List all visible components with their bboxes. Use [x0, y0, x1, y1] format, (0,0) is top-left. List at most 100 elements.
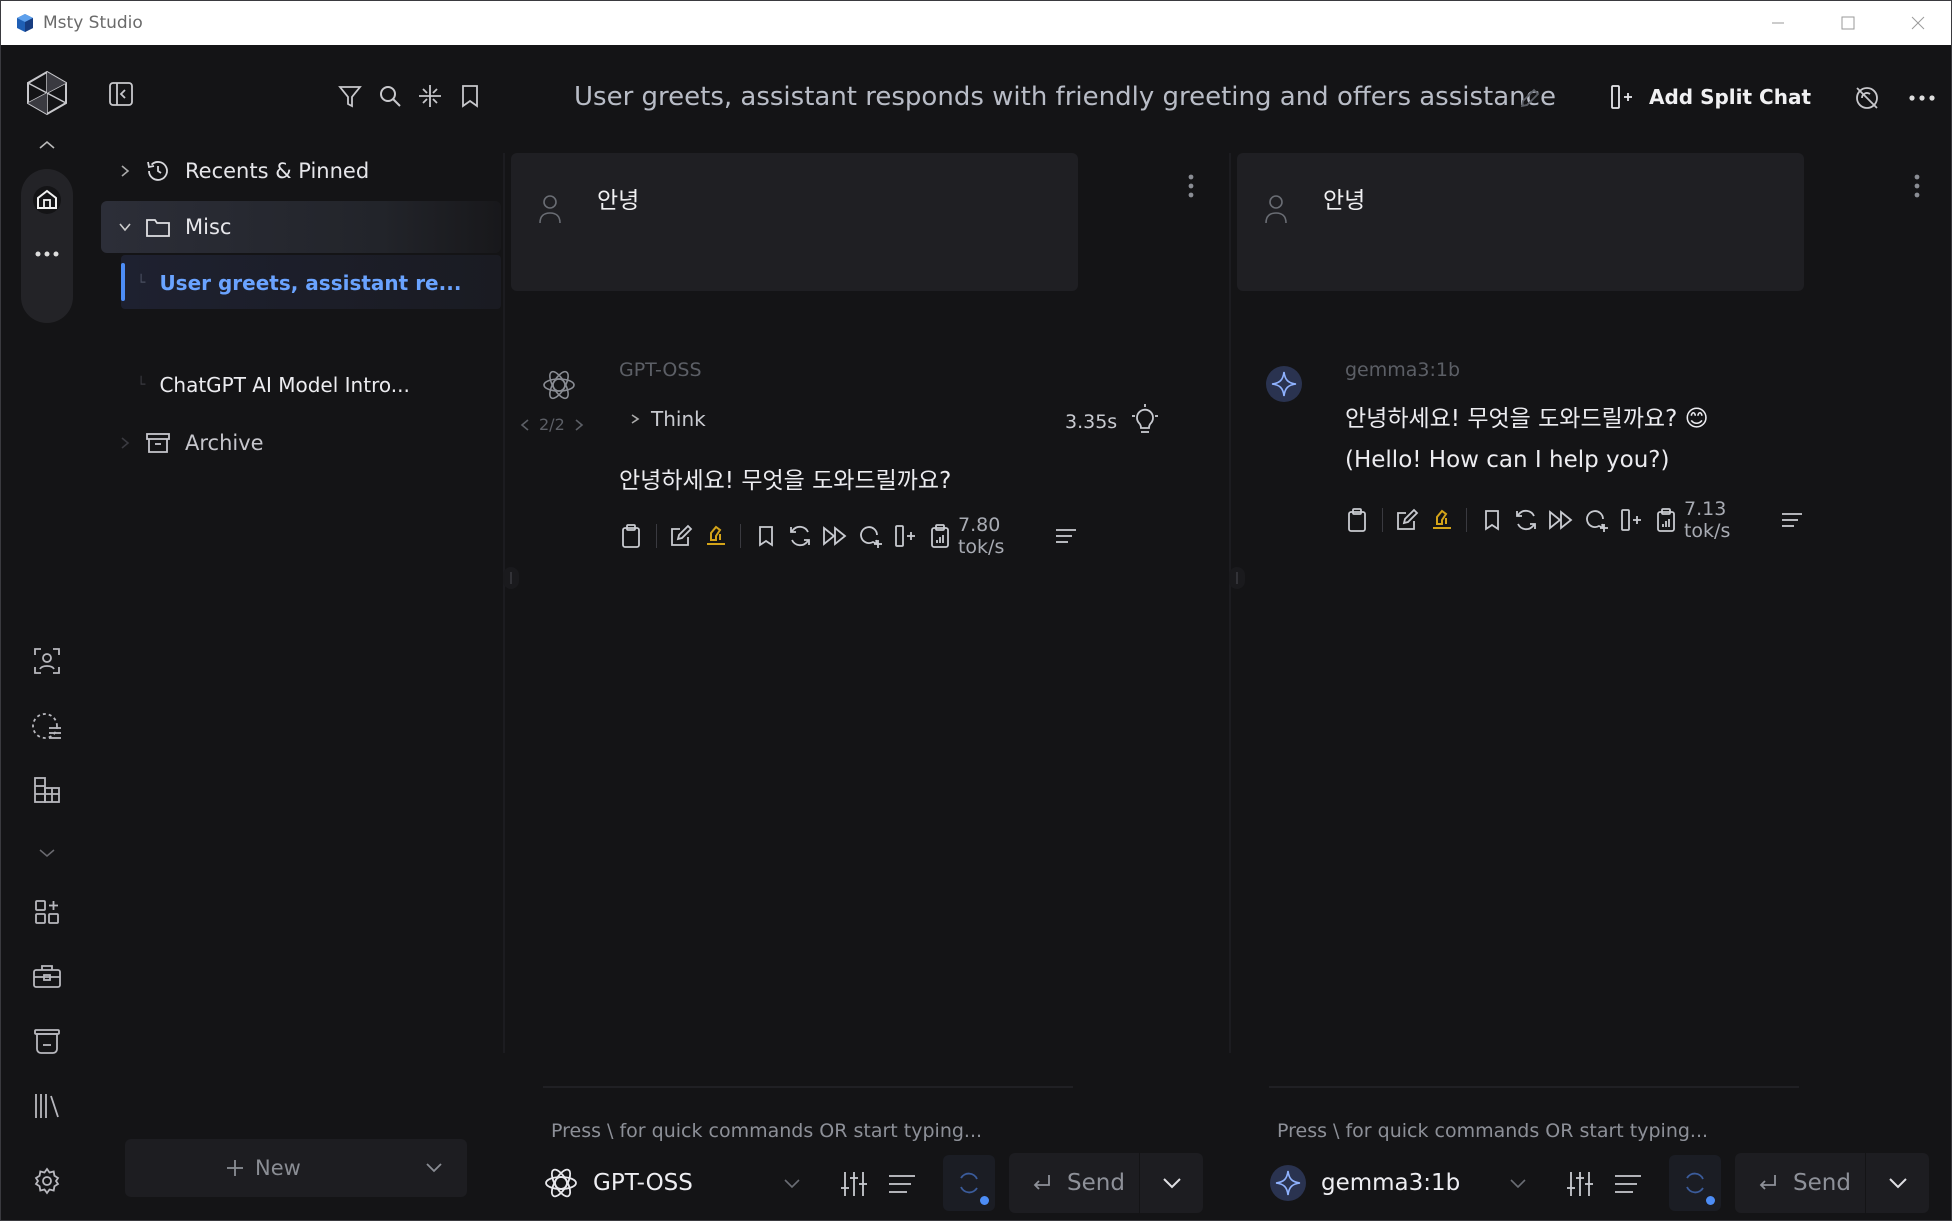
conversation-item-2[interactable]: └ ChatGPT AI Model Intro...: [137, 363, 410, 407]
more-horizontal-icon: [1909, 95, 1935, 101]
conversation-title[interactable]: User greets, assistant responds with fri…: [574, 82, 1556, 112]
sidebar-toggle-button[interactable]: [104, 77, 138, 111]
chevron-down-icon[interactable]: [26, 841, 68, 865]
think-toggle[interactable]: Think: [629, 407, 706, 431]
panel-collapse-handle[interactable]: [1227, 563, 1247, 593]
folder-misc[interactable]: Misc: [117, 205, 231, 249]
sync-icon: [1686, 1172, 1704, 1194]
archive-row[interactable]: Archive: [117, 421, 264, 465]
edit-button[interactable]: [667, 520, 696, 552]
send-label: Send: [1067, 1170, 1125, 1196]
model-selector[interactable]: GPT-OSS: [543, 1153, 693, 1213]
data-table-icon[interactable]: [26, 769, 68, 811]
folder-misc-label: Misc: [185, 215, 232, 239]
edit-title-button[interactable]: [1515, 83, 1545, 113]
regenerate-button[interactable]: [1512, 504, 1541, 536]
conversation-item-1[interactable]: └ User greets, assistant re...: [137, 261, 461, 305]
assistant-response-line-1: 안녕하세요! 무엇을 도와드릴까요? 😊: [1345, 406, 1709, 432]
filter-button[interactable]: [333, 79, 367, 113]
panel-collapse-handle[interactable]: [501, 563, 521, 593]
send-options-button[interactable]: [1865, 1153, 1929, 1213]
maximize-button[interactable]: [1813, 1, 1883, 45]
library-books-icon[interactable]: [26, 1085, 68, 1127]
system-prompt-icon[interactable]: [887, 1172, 917, 1196]
send-button[interactable]: Send: [1735, 1153, 1929, 1213]
maximize-icon: [1841, 16, 1855, 30]
highlight-icon: [1432, 509, 1451, 529]
bookmark-button[interactable]: [751, 520, 780, 552]
dots-vertical-icon[interactable]: [1913, 173, 1921, 201]
close-button[interactable]: [1883, 1, 1951, 45]
gemma-model-icon: [1266, 366, 1302, 402]
bookmark-button[interactable]: [1477, 504, 1506, 536]
send-button[interactable]: Send: [1009, 1153, 1203, 1213]
think-label: Think: [651, 407, 706, 431]
sparkle-button[interactable]: [413, 79, 447, 113]
split-response-button[interactable]: [1616, 504, 1645, 536]
auto-sync-button[interactable]: [1669, 1155, 1721, 1211]
tree-branch-icon: └: [137, 377, 146, 393]
edit-button[interactable]: [1393, 504, 1422, 536]
add-split-chat-button[interactable]: Add Split Chat: [1609, 77, 1811, 117]
auto-sync-button[interactable]: [943, 1155, 995, 1211]
copy-button[interactable]: [1343, 504, 1372, 536]
model-selector[interactable]: gemma3:1b: [1269, 1153, 1460, 1213]
panel-divider: [1229, 153, 1231, 1053]
details-button[interactable]: [1051, 520, 1080, 552]
msty-logo[interactable]: [21, 67, 73, 119]
refresh-icon: [790, 525, 811, 547]
sparkle-icon: [419, 85, 441, 107]
details-button[interactable]: [1777, 504, 1806, 536]
more-dots-icon[interactable]: [26, 233, 68, 275]
recents-pinned-row[interactable]: Recents & Pinned: [117, 151, 369, 191]
more-options-button[interactable]: [1905, 81, 1939, 115]
chevron-right-icon[interactable]: [573, 417, 585, 433]
prompt-library-icon[interactable]: [26, 1020, 68, 1062]
toolbox-icon[interactable]: [26, 955, 68, 997]
sync-off-button[interactable]: [1850, 81, 1884, 115]
new-branch-button[interactable]: [1582, 504, 1611, 536]
send-options-button[interactable]: [1139, 1153, 1203, 1213]
copy-button[interactable]: [617, 520, 646, 552]
model-params-icon[interactable]: [839, 1169, 869, 1199]
app-window: Msty Studio Recents & Pinned Misc └ User…: [0, 0, 1952, 1221]
enter-icon: [1759, 1175, 1776, 1190]
openai-model-icon: [543, 370, 575, 400]
highlight-button[interactable]: [1428, 504, 1457, 536]
action-separator: [1466, 508, 1468, 532]
response-navigator[interactable]: 2/2: [519, 415, 585, 434]
stats-button[interactable]: [925, 520, 954, 552]
folder-icon: [146, 219, 170, 237]
chevron-left-icon[interactable]: [519, 417, 531, 433]
new-conversation-button[interactable]: New: [125, 1139, 467, 1197]
settings-gear-icon[interactable]: [26, 1160, 68, 1202]
regenerate-button[interactable]: [786, 520, 815, 552]
stats-button[interactable]: [1651, 504, 1680, 536]
chevron-down-icon[interactable]: [1509, 1177, 1527, 1191]
highlight-button[interactable]: [702, 520, 731, 552]
message-input-placeholder[interactable]: Press \ for quick commands OR start typi…: [551, 1120, 982, 1142]
continue-button[interactable]: [1547, 504, 1576, 536]
minimize-button[interactable]: [1743, 1, 1813, 45]
continue-button[interactable]: [821, 520, 850, 552]
search-button[interactable]: [373, 79, 407, 113]
message-input-placeholder[interactable]: Press \ for quick commands OR start typi…: [1277, 1120, 1708, 1142]
new-branch-button[interactable]: [856, 520, 885, 552]
new-dropdown-button[interactable]: [425, 1160, 443, 1179]
split-response-button[interactable]: [890, 520, 919, 552]
home-icon[interactable]: [26, 179, 68, 221]
system-prompt-icon[interactable]: [1613, 1172, 1643, 1196]
persona-scan-icon[interactable]: [26, 640, 68, 682]
edit-icon: [671, 524, 693, 546]
knowledge-stack-icon[interactable]: [26, 705, 68, 747]
dots-vertical-icon[interactable]: [1187, 173, 1195, 201]
new-button-content: New: [225, 1156, 301, 1180]
bookmarks-button[interactable]: [453, 79, 487, 113]
chevron-up-icon[interactable]: [26, 133, 68, 157]
clipboard-icon: [622, 524, 641, 548]
apps-add-icon[interactable]: [26, 891, 68, 933]
chevron-right-icon: [631, 414, 640, 424]
chevron-down-icon[interactable]: [783, 1177, 801, 1191]
model-params-icon[interactable]: [1565, 1169, 1595, 1199]
message-actions: 7.13 tok/s: [1343, 498, 1812, 542]
